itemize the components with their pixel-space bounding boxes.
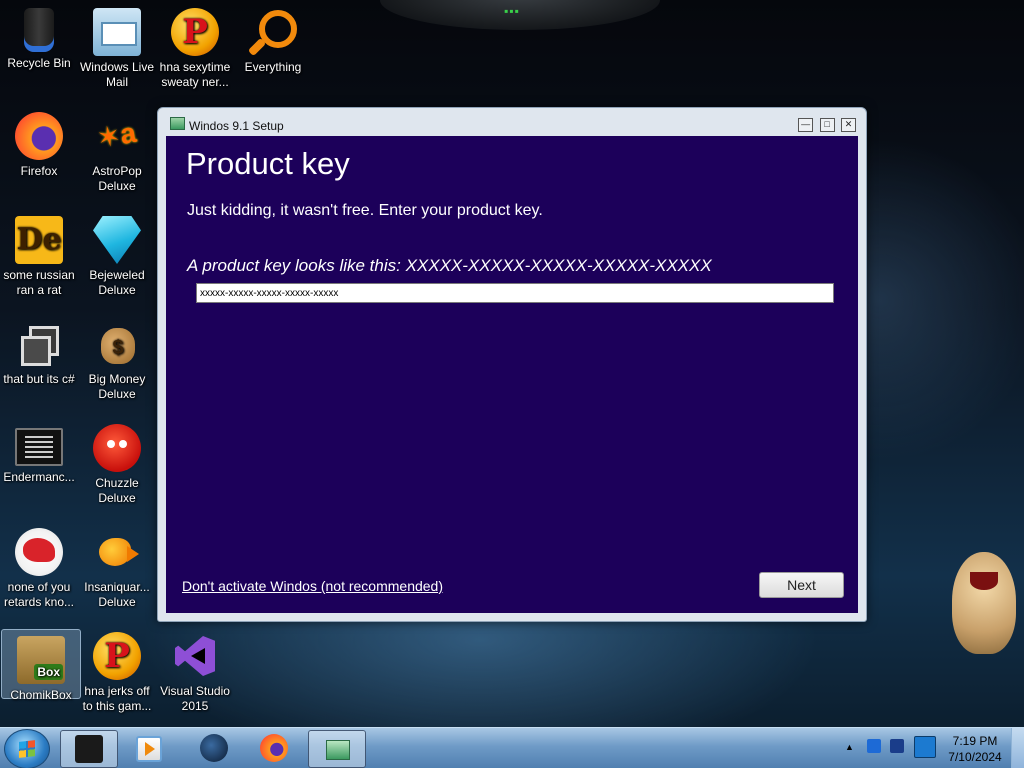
desktop-icon-label: that but its c# [3,372,75,386]
fish-icon [93,528,141,576]
show-hidden-icons-arrow[interactable]: ▲ [845,742,854,752]
hamster-mascot-image [952,552,1016,654]
desktop-icon-astropop[interactable]: ✶a AstroPop Deluxe [78,106,156,194]
money-bag-icon [93,320,141,368]
next-button[interactable]: Next [759,572,844,598]
chomikbox-icon: Box [17,636,65,684]
desktop-icon-label: Everything [244,60,302,74]
desktop-icon-label: ChomikBox [10,688,72,702]
taskbar: ▲ 7:19 PM 7/10/2024 [0,727,1024,768]
dino-icon [15,528,63,576]
start-button[interactable] [4,729,50,768]
taskbar-item-setup[interactable] [308,730,366,768]
minimize-button[interactable]: — [798,118,814,132]
astropop-icon: ✶a [94,116,139,155]
window-titlebar[interactable]: Windos 9.1 Setup — □ ✕ [158,108,866,136]
chuzzle-icon [93,424,141,472]
desktop-icon-visual-studio[interactable]: Visual Studio 2015 [156,626,234,714]
tray-app-icon[interactable] [914,736,936,758]
gem-icon [93,216,141,264]
taskbar-item-speaker-app[interactable] [60,730,118,768]
magnifier-icon [249,8,297,56]
desktop-icon-label: Insaniquar... Deluxe [84,580,150,609]
clock-date: 7/10/2024 [948,750,1002,764]
desktop-icon-label: AstroPop Deluxe [92,164,142,193]
taskbar-item-media-player[interactable] [120,730,176,766]
mail-icon [93,8,141,56]
windows-stack-icon [15,320,63,368]
tray-bluetooth-icon[interactable] [867,739,881,753]
desktop-icon-label: hna jerks off to this gam... [82,684,152,713]
setup-app-icon [326,740,350,760]
visual-studio-icon [171,632,219,680]
taskbar-item-firefox[interactable] [246,730,302,766]
desktop-icon-label: Visual Studio 2015 [160,684,230,713]
desktop-icon-insaniquarium[interactable]: Insaniquar... Deluxe [78,522,156,610]
page-subtitle: Just kidding, it wasn't free. Enter your… [187,202,543,219]
desktop-icon-label: Recycle Bin [7,56,71,70]
desktop-icon-windows-live-mail[interactable]: Windows Live Mail [78,2,156,90]
recycle-bin-icon [24,8,54,52]
firefox-icon [15,112,63,160]
close-button[interactable]: ✕ [841,118,856,132]
clock-time: 7:19 PM [952,734,998,748]
desktop-icon-label: Windows Live Mail [79,60,155,89]
desktop-icon-label: Firefox [20,164,58,178]
maximize-button[interactable]: □ [819,118,835,132]
desktop-icon-that-but-csharp[interactable]: that but its c# [0,314,78,387]
page-title: Product key [186,146,350,181]
desktop-icon-firefox[interactable]: Firefox [0,106,78,179]
window-controls: — □ ✕ [796,118,856,136]
firefox-icon [260,734,288,762]
taskbar-clock[interactable]: 7:19 PM 7/10/2024 [940,733,1010,765]
media-player-icon [136,736,162,762]
desktop-icon-label: Chuzzle Deluxe [95,476,139,505]
show-desktop-button[interactable] [1011,728,1024,768]
tray-network-icon[interactable] [890,739,904,753]
desktop-icon-none-of-you[interactable]: none of you retards kno... [0,522,78,610]
desktop-icon-chuzzle[interactable]: Chuzzle Deluxe [78,418,156,506]
taskbar-item-globe[interactable] [186,730,242,766]
desktop-icon-label: hna sexytime sweaty ner... [159,60,231,89]
desktop-icon-label: Endermanc... [3,470,75,484]
setup-content: Product key Just kidding, it wasn't free… [166,136,858,613]
setup-app-icon [170,117,185,130]
product-key-input[interactable] [196,283,834,303]
window-title: Windos 9.1 Setup [189,119,284,133]
desktop-icon-big-money[interactable]: Big Money Deluxe [78,314,156,402]
desktop-icon-label: Bejeweled Deluxe [89,268,145,297]
desktop-icon-hna-jerks[interactable]: P hna jerks off to this gam... [78,626,156,714]
desktop-icon-endermanch[interactable]: Endermanc... [0,418,78,485]
desktop-icon-chomikbox[interactable]: Box ChomikBox [1,629,81,702]
desktop-icon-label: some russian ran a rat [3,268,75,297]
desktop-icon-bejeweled[interactable]: Bejeweled Deluxe [78,210,156,298]
skip-activation-link[interactable]: Don't activate Windos (not recommended) [182,578,443,594]
de-icon: De [15,216,63,264]
desktop-icon-everything[interactable]: Everything [234,2,312,75]
desktop-icon-label: none of you retards kno... [3,580,75,609]
desktop-icon-recycle-bin[interactable]: Recycle Bin [0,2,78,71]
popcap-p-icon: P [93,632,141,680]
green-indicator: ▪▪▪ [504,4,520,18]
black-device-icon [75,735,103,763]
desktop-icon-label: Big Money Deluxe [88,372,146,401]
product-key-hint: A product key looks like this: XXXXX-XXX… [187,256,712,275]
console-icon [15,428,63,466]
popcap-p-icon: P [171,8,219,56]
setup-window: Windos 9.1 Setup — □ ✕ Product key Just … [157,107,867,622]
globe-icon [200,734,228,762]
desktop-icon-russian-rat[interactable]: De some russian ran a rat [0,210,78,298]
desktop-icon-hna-sexytime[interactable]: P hna sexytime sweaty ner... [156,2,234,90]
